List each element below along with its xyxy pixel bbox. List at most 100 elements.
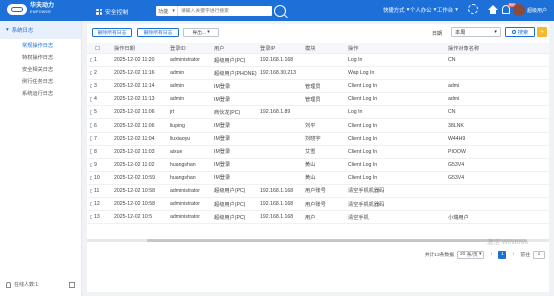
- cell-operation: Client Log In: [348, 174, 378, 181]
- date-label: 日期: [432, 31, 443, 37]
- table-row[interactable]: 10 2025-12-02 10:59 huangshan IM登录 黄山 Client …: [87, 172, 549, 185]
- grid-icon: [96, 8, 102, 15]
- table-row[interactable]: 4 2025-12-02 11:13 admin IM登录 管理员 Client Log …: [87, 93, 549, 107]
- row-index: 12: [94, 201, 100, 208]
- gear-icon[interactable]: [468, 4, 478, 14]
- horizontal-scrollbar[interactable]: [87, 239, 549, 242]
- cell-operation: Client Log In: [348, 161, 378, 168]
- cell-operation: 清空手机机器码: [348, 201, 385, 208]
- cell-login-ip: 192.168.1.168: [260, 214, 294, 221]
- cell-module: 艾雪: [305, 149, 316, 156]
- cell-module: 用户账号: [305, 188, 326, 195]
- cell-login-ip: 192.168.1.89: [260, 109, 291, 116]
- page-1-button[interactable]: 1: [498, 250, 507, 259]
- table-row[interactable]: 3 2025-12-02 11:14 admin IM登录 管理员 Client Log …: [87, 80, 549, 94]
- table-row[interactable]: 2 2025-12-02 11:16 admin 超级用户(PHONE) 192.168…: [87, 67, 549, 81]
- personal-office-menu[interactable]: 个人办公 ▾: [410, 6, 436, 14]
- header-date[interactable]: 操作日期: [112, 45, 168, 52]
- table-row[interactable]: 13 2025-12-02 10:5 administrator 超级用户(PC) 19…: [87, 211, 549, 225]
- goto-page-input[interactable]: 1: [533, 250, 545, 259]
- delete-search-button[interactable]: 删除所有日志: [137, 28, 179, 37]
- sidebar-item-system-log[interactable]: 系统运行日志: [0, 87, 81, 99]
- cell-login-id: admin: [170, 70, 185, 77]
- header-login-id[interactable]: 登录ID: [168, 45, 212, 52]
- chevron-down-icon: ▾: [6, 27, 9, 33]
- search-icon[interactable]: [274, 5, 286, 17]
- search-input[interactable]: [178, 6, 272, 16]
- person-icon: [6, 281, 11, 288]
- page-size-select[interactable]: 20 条/页 ▾: [457, 250, 485, 259]
- sidebar-item-privilege-log[interactable]: 特权操作日志: [0, 51, 81, 63]
- table-row[interactable]: 6 2025-12-02 11:06 liuping IM登录 刘平 Client Log…: [87, 119, 549, 133]
- cell-operation: Client Log In: [348, 122, 378, 129]
- cell-module: 黄山: [305, 175, 316, 182]
- table-row[interactable]: 8 2025-12-02 11:03 aixue IM登录 艾雪 Client Log I…: [87, 146, 549, 159]
- main-panel: 删除所有日志 删除所有日志 导出... ▾ 日期 本周 ▾ 搜索 + 操作日期 登…: [87, 24, 549, 292]
- cell-user: IM登录: [214, 136, 231, 143]
- search-scope-select[interactable]: 功能 ▾: [156, 6, 178, 16]
- sidebar-group-system-log[interactable]: ▾ 系统日志: [0, 21, 81, 39]
- sidebar-item-routine-log[interactable]: 常规操作日志: [0, 39, 81, 51]
- cell-operation: Client Log In: [348, 83, 378, 90]
- cell-user: 超级用户(PC): [214, 57, 246, 64]
- search-button[interactable]: 搜索: [505, 27, 535, 37]
- home-icon[interactable]: [488, 5, 498, 14]
- header-object-name[interactable]: 操作对象名称: [446, 45, 542, 52]
- cell-login-id: administrator: [170, 57, 200, 64]
- cell-module: 刘晓宇: [305, 136, 321, 143]
- cell-object-name: PIOOW: [448, 148, 466, 155]
- row-index: 13: [94, 214, 100, 221]
- header-user[interactable]: 用户: [212, 45, 258, 52]
- cell-date: 2025-12-02 11:13: [114, 96, 155, 103]
- table-row[interactable]: 12 2025-12-02 10:58 administrator 超级用户(PC) 1…: [87, 198, 549, 212]
- cell-user: IM登录: [214, 96, 231, 103]
- sidebar-item-security-log[interactable]: 安全相关日志: [0, 63, 81, 75]
- cell-date: 2025-12-02 10:5: [114, 214, 153, 221]
- header-operation[interactable]: 操作: [346, 45, 446, 52]
- cell-operation: Log In: [348, 57, 363, 64]
- log-table: 操作日期 登录ID 用户 登录IP 模块 操作 操作对象名称 1 2025-12-…: [87, 43, 549, 225]
- export-button[interactable]: 导出... ▾: [183, 28, 219, 37]
- user-name[interactable]: 超级用户: [527, 7, 547, 14]
- cell-login-id: liuxiaoyu: [170, 135, 191, 142]
- table-row[interactable]: 5 2025-12-02 11:06 jrt 商伙龙(PC) 192.168.1.89 L…: [87, 106, 549, 120]
- table-row[interactable]: 1 2025-12-02 11:20 administrator 超级用户(PC) 19…: [87, 54, 549, 68]
- pagination: 共计13条数据 20 条/页 ▾ ‹ 1 › 前往 1: [87, 246, 549, 263]
- cell-module: 管理员: [305, 96, 321, 103]
- cell-user: 超级用户(PC): [214, 214, 246, 221]
- cell-login-id: administrator: [170, 214, 200, 221]
- prev-page-button[interactable]: ‹: [487, 251, 495, 259]
- row-index: 4: [94, 96, 97, 103]
- row-index: 7: [94, 135, 97, 142]
- delete-all-button[interactable]: 删除所有日志: [92, 28, 132, 37]
- row-index: 3: [94, 83, 97, 90]
- more-button[interactable]: +: [537, 27, 547, 37]
- next-page-button[interactable]: ›: [509, 251, 517, 259]
- collapse-sidebar-icon[interactable]: [69, 282, 75, 288]
- global-search: 功能 ▾: [156, 6, 272, 16]
- quick-menu[interactable]: 快捷方式 ▾: [383, 6, 409, 14]
- table-row[interactable]: 11 2025-12-02 10:58 administrator 超级用户(PC) 1…: [87, 185, 549, 199]
- date-select[interactable]: 本周 ▾: [451, 27, 501, 37]
- avatar[interactable]: [513, 4, 525, 16]
- cell-user: 超级用户(PC): [214, 201, 246, 208]
- total-count: 共计13条数据: [424, 253, 455, 258]
- cell-module: 刘平: [305, 123, 316, 130]
- header-login-ip[interactable]: 登录IP: [258, 45, 303, 52]
- workbench-menu[interactable]: 工作台 ▾: [437, 6, 458, 14]
- cell-date: 2025-12-02 11:06: [114, 122, 155, 129]
- cell-date: 2025-12-02 11:20: [114, 57, 155, 64]
- cell-object-name: admi: [448, 96, 460, 103]
- cell-login-id: jrt: [170, 109, 175, 116]
- header-module[interactable]: 模块: [303, 45, 346, 52]
- module-switcher[interactable]: 安全控制: [96, 7, 128, 16]
- table-row[interactable]: 7 2025-12-02 11:04 liuxiaoyu IM登录 刘晓宇 Client …: [87, 133, 549, 146]
- cell-module: 用户账号: [305, 201, 326, 208]
- header-checkbox-cell[interactable]: [92, 45, 112, 51]
- logo-mark-icon: [7, 3, 27, 15]
- cell-object-name: G53V4: [448, 161, 465, 168]
- sidebar-item-task-log[interactable]: 例行任务日志: [0, 75, 81, 87]
- row-index: 9: [94, 161, 97, 168]
- table-row[interactable]: 9 2025-12-02 11:02 huangshan IM登录 黄山 Client L…: [87, 159, 549, 172]
- cell-operation: Log In: [348, 109, 363, 116]
